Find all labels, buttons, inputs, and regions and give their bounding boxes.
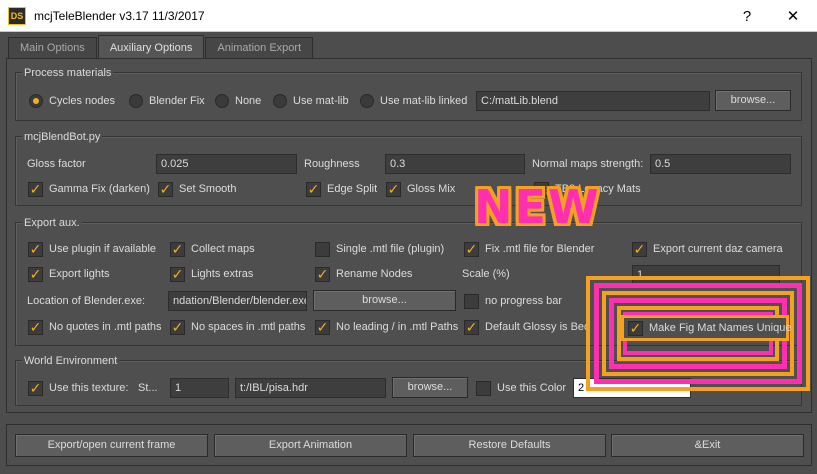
group-title: Process materials [22,67,114,79]
help-button[interactable]: ? [724,0,770,32]
new-feature-label: NEW [474,180,601,234]
close-button[interactable]: ✕ [770,0,816,32]
strength-label: St... [138,382,158,394]
checkbox-rename-nodes[interactable]: ✓ Rename Nodes [315,265,412,283]
checkmark-icon: ✓ [170,240,185,257]
checkbox-use-color[interactable]: Use this Color [476,379,566,397]
checkbox-empty-icon [315,241,330,257]
radio-use-mat-lib-linked[interactable]: Use mat-lib linked [360,92,467,110]
checkmark-icon: ✓ [170,318,185,335]
checkbox-empty-icon [476,380,491,396]
checkmark-icon: ✓ [386,180,401,197]
checkbox-default-glossy[interactable]: ✓ Default Glossy is Bec [464,318,590,336]
checkmark-icon: ✓ [632,240,647,257]
strength-field[interactable]: 1 [170,378,229,398]
checkmark-icon: ✓ [28,180,43,197]
tab-bar: Main Options Auxiliary Options Animation… [8,35,314,59]
checkbox-use-plugin[interactable]: ✓ Use plugin if available [28,240,156,258]
exit-button[interactable]: &Exit [611,434,804,457]
checkmark-icon: ✓ [306,180,321,197]
blender-browse-button[interactable]: browse... [313,290,456,311]
checkbox-no-quotes[interactable]: ✓ No quotes in .mtl paths [28,318,162,336]
export-current-frame-button[interactable]: Export/open current frame [15,434,208,457]
mat-lib-path-field[interactable]: C:/matLib.blend [476,91,710,111]
checkbox-lights-extras[interactable]: ✓ Lights extras [170,265,253,283]
tab-main-options[interactable]: Main Options [8,37,97,58]
checkbox-use-texture[interactable]: ✓ Use this texture: [28,379,128,397]
normal-maps-label: Normal maps strength: [532,158,644,170]
gloss-factor-label: Gloss factor [27,158,86,170]
restore-defaults-button[interactable]: Restore Defaults [413,434,606,457]
checkbox-single-mtl[interactable]: Single .mtl file (plugin) [315,240,444,258]
checkmark-icon: ✓ [28,379,43,396]
export-animation-button[interactable]: Export Animation [214,434,407,457]
group-title: World Environment [22,355,120,367]
checkmark-icon: ✓ [170,265,185,282]
radio-cycles-nodes[interactable]: Cycles nodes [29,92,115,110]
tab-animation-export[interactable]: Animation Export [205,37,314,58]
radio-selected-icon [29,94,43,109]
radio-none[interactable]: None [215,92,261,110]
blender-location-label: Location of Blender.exe: [27,295,146,307]
blender-path-field[interactable]: ndation/Blender/blender.exe [168,291,307,311]
radio-icon [273,94,287,109]
checkbox-gloss-mix[interactable]: ✓ Gloss Mix [386,180,455,198]
normal-maps-field[interactable]: 0.5 [650,154,791,174]
checkbox-set-smooth[interactable]: ✓ Set Smooth [158,180,236,198]
roughness-field[interactable]: 0.3 [385,154,525,174]
texture-browse-button[interactable]: browse... [392,377,468,398]
checkmark-icon: ✓ [158,180,173,197]
checkbox-export-lights[interactable]: ✓ Export lights [28,265,110,283]
checkmark-icon: ✓ [28,240,43,257]
gloss-factor-field[interactable]: 0.025 [156,154,297,174]
texture-path-field[interactable]: t:/IBL/pisa.hdr [235,378,386,398]
checkbox-empty-icon [464,293,479,309]
checkbox-make-fig-mat-names-unique[interactable]: ✓ Make Fig Mat Names Unique [628,319,791,337]
checkmark-icon: ✓ [315,318,330,335]
radio-blender-fix[interactable]: Blender Fix [129,92,205,110]
radio-icon [360,94,374,109]
checkbox-no-progress-bar[interactable]: no progress bar [464,292,562,310]
checkbox-fix-mtl[interactable]: ✓ Fix .mtl file for Blender [464,240,594,258]
checkmark-icon: ✓ [464,318,479,335]
checkmark-icon: ✓ [464,240,479,257]
checkbox-gamma-fix[interactable]: ✓ Gamma Fix (darken) [28,180,150,198]
tab-auxiliary-options[interactable]: Auxiliary Options [97,35,205,58]
title-bar: DS mcjTeleBlender v3.17 11/3/2017 ? ✕ [0,0,817,32]
checkbox-no-leading-slash[interactable]: ✓ No leading / in .mtl Paths [315,318,458,336]
radio-icon [215,94,229,109]
radio-use-mat-lib[interactable]: Use mat-lib [273,92,349,110]
checkbox-edge-split[interactable]: ✓ Edge Split [306,180,377,198]
daz-app-icon: DS [8,6,26,25]
mat-lib-browse-button[interactable]: browse... [715,90,791,111]
checkbox-collect-maps[interactable]: ✓ Collect maps [170,240,255,258]
group-title: mcjBlendBot.py [22,131,103,143]
checkmark-icon: ✓ [315,265,330,282]
roughness-label: Roughness [304,158,360,170]
checkmark-icon: ✓ [28,265,43,282]
radio-icon [129,94,143,109]
checkbox-no-spaces[interactable]: ✓ No spaces in .mtl paths [170,318,305,336]
checkbox-export-daz-camera[interactable]: ✓ Export current daz camera [632,240,783,258]
checkmark-icon: ✓ [28,318,43,335]
window-title: mcjTeleBlender v3.17 11/3/2017 [34,8,205,23]
checkmark-icon: ✓ [628,319,643,336]
scale-label: Scale (%) [462,268,510,280]
group-title: Export aux. [22,217,82,229]
